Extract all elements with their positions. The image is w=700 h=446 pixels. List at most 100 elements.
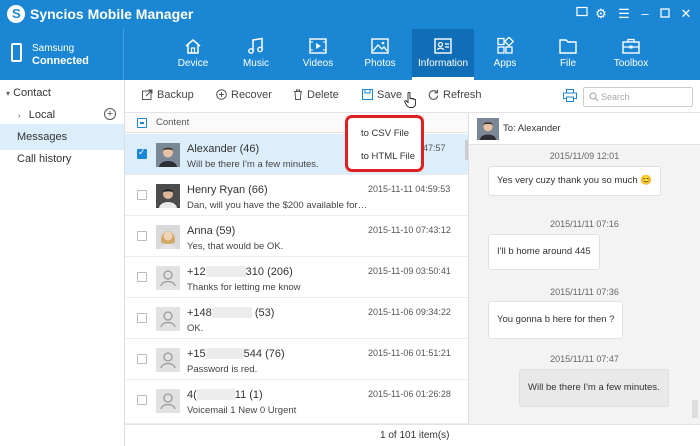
contact-photo: [156, 225, 180, 249]
message-bubble: You gonna b here for then ?: [488, 301, 624, 339]
row-checkbox[interactable]: [137, 147, 147, 159]
conversation-row[interactable]: +15 544 (76) 2015-11-06 01:51:21 Password…: [125, 339, 468, 380]
conversation-row[interactable]: Anna (59) 2015-11-10 07:43:12 Yes, that …: [125, 216, 468, 257]
message-timestamp: 2015/11/11 07:36: [550, 287, 619, 297]
device-status-text: Connected: [32, 55, 89, 67]
sidebar-item-label: Contact: [13, 87, 51, 99]
row-checkbox[interactable]: [137, 190, 147, 200]
message-time: 2015-11-06 09:34:22: [368, 307, 451, 317]
conversation-row[interactable]: +148 (53) 2015-11-06 09:34:22 OK.: [125, 298, 468, 339]
search-placeholder: Search: [601, 92, 630, 102]
contact-name: +15 544 (76): [187, 348, 285, 360]
backup-label: Backup: [157, 89, 194, 101]
recipient-photo: [477, 118, 499, 140]
row-checkbox[interactable]: [137, 313, 147, 323]
highlight-annotation: [345, 115, 424, 172]
menu-icon[interactable]: ☰: [616, 5, 632, 23]
backup-button[interactable]: Backup: [142, 89, 194, 105]
contact-name: +148 (53): [187, 307, 275, 319]
contact-card-icon: [434, 38, 452, 54]
save-label: Save: [377, 89, 403, 101]
nav-label: Device: [177, 58, 209, 69]
search-icon: [589, 92, 599, 102]
message-preview: Password is red.: [187, 364, 258, 375]
nav-photos[interactable]: Photos: [349, 29, 411, 80]
contact-name: +12 310 (206): [187, 266, 293, 278]
feedback-icon[interactable]: [574, 5, 590, 23]
delete-button[interactable]: Delete: [293, 89, 339, 105]
message-time: 2015-11-06 01:26:28: [368, 389, 451, 399]
chat-scrollbar[interactable]: [692, 400, 698, 418]
default-avatar-icon: [156, 389, 180, 413]
collapse-arrow-icon: ▾: [6, 89, 11, 98]
maximize-button[interactable]: [657, 5, 673, 23]
video-icon: [309, 38, 327, 54]
device-status[interactable]: Samsung Connected: [0, 29, 124, 80]
music-icon: [248, 37, 263, 54]
hand-cursor-icon: [404, 91, 416, 108]
row-checkbox[interactable]: [137, 354, 147, 364]
row-checkbox[interactable]: [137, 231, 147, 241]
message-preview: Will be there I'm a few minutes.: [187, 159, 319, 170]
message-preview: Yes, that would be OK.: [187, 241, 284, 252]
save-button[interactable]: Save: [362, 89, 402, 105]
recover-icon: [216, 89, 227, 100]
message-preview: Dan, will you have the $200 available fo…: [187, 200, 369, 211]
nav-music[interactable]: Music: [225, 29, 287, 80]
print-icon[interactable]: [563, 89, 577, 103]
sidebar-item-label: Local: [28, 109, 56, 121]
close-button[interactable]: ✕: [678, 5, 694, 23]
add-contact-icon[interactable]: +: [104, 108, 116, 120]
trash-icon: [294, 89, 302, 100]
nav-videos[interactable]: Videos: [287, 29, 349, 80]
message-preview: Voicemail 1 New 0 Urgent: [187, 405, 297, 416]
save-disk-icon: [362, 89, 373, 100]
nav-device[interactable]: Device: [162, 29, 224, 80]
app-title: Syncios Mobile Manager: [30, 6, 194, 22]
item-count: 1 of 101 item(s): [380, 430, 450, 441]
device-name: Samsung: [32, 43, 75, 54]
nav-label: Apps: [493, 58, 517, 69]
message-preview: OK.: [187, 323, 204, 334]
top-navigation: Samsung Connected Device Music Videos Ph…: [0, 29, 700, 80]
settings-gear-icon[interactable]: ⚙: [593, 5, 609, 23]
nav-information[interactable]: Information: [412, 29, 474, 80]
photo-icon: [371, 38, 389, 54]
sidebar-item-call-history[interactable]: Call history: [0, 146, 124, 172]
nav-label: Information: [417, 58, 469, 69]
title-bar: Syncios Mobile Manager ⚙ ☰ – ✕: [0, 0, 700, 29]
message-preview: Thanks for letting me know: [187, 282, 301, 293]
home-icon: [185, 39, 201, 54]
default-avatar-icon: [156, 307, 180, 331]
conversation-row[interactable]: +12 310 (206) 2015-11-09 03:50:41 Thanks …: [125, 257, 468, 298]
contact-name: 4(11 (1): [187, 389, 263, 401]
recipient-label: To: Alexander: [503, 123, 561, 134]
nav-file[interactable]: File: [537, 29, 599, 80]
select-all-checkbox[interactable]: [137, 118, 147, 128]
conversation-row[interactable]: Henry Ryan (66) 2015-11-11 04:59:53 Dan,…: [125, 175, 468, 216]
contact-photo: [156, 143, 180, 167]
nav-apps[interactable]: Apps: [474, 29, 536, 80]
sidebar-item-label: Messages: [17, 131, 68, 143]
toolbox-icon: [622, 38, 640, 54]
message-time: 47:57: [423, 143, 446, 153]
search-box[interactable]: Search: [583, 87, 693, 107]
refresh-icon: [428, 89, 439, 100]
contact-name: Henry Ryan (66): [187, 184, 268, 196]
content-column-header: Content: [156, 117, 190, 128]
nav-label: File: [559, 58, 577, 69]
row-checkbox[interactable]: [137, 395, 147, 405]
minimize-button[interactable]: –: [637, 5, 653, 23]
message-time: 2015-11-10 07:43:12: [368, 225, 451, 235]
nav-toolbox[interactable]: Toolbox: [600, 29, 662, 80]
row-checkbox[interactable]: [137, 272, 147, 282]
recover-button[interactable]: Recover: [216, 89, 272, 105]
refresh-button[interactable]: Refresh: [428, 89, 482, 105]
expand-arrow-icon: ›: [18, 111, 21, 120]
recover-label: Recover: [231, 89, 272, 101]
contact-name: Alexander (46): [187, 143, 260, 155]
folder-icon: [559, 39, 577, 54]
nav-label: Music: [242, 58, 270, 69]
conversation-row[interactable]: 4(11 (1) 2015-11-06 01:26:28 Voicemail 1…: [125, 380, 468, 424]
nav-label: Videos: [302, 58, 334, 69]
